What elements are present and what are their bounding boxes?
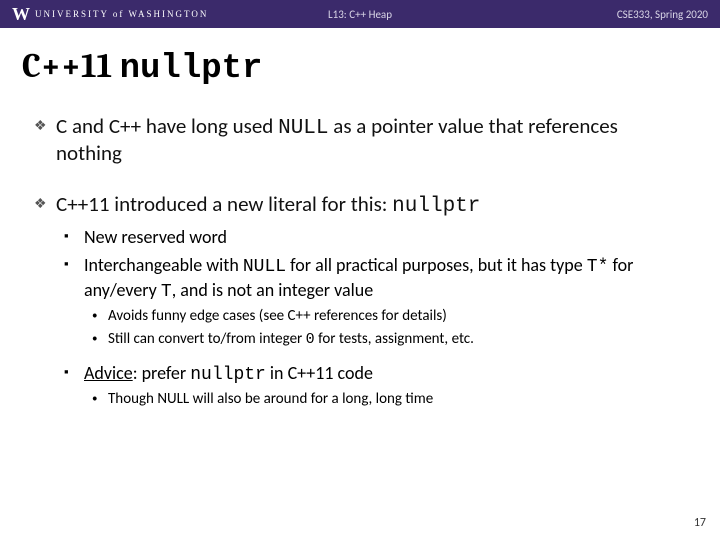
bullet-text: New reserved word — [84, 226, 227, 249]
bullet-marker: ▪ — [64, 362, 84, 387]
bullet-marker: ▪ — [64, 254, 84, 303]
course-label: CSE333, Spring 2020 — [617, 8, 708, 21]
bullet-text: Advice: prefer nullptr in C++11 code — [84, 362, 373, 387]
bullet-marker: ❖ — [34, 114, 56, 166]
bullet-text: Interchangeable with NULL for all practi… — [84, 254, 686, 303]
bullet-level-3: •Still can convert to/from integer 0 for… — [92, 330, 686, 350]
bullet-level-1: ❖C and C++ have long used NULL as a poin… — [34, 114, 686, 166]
bullet-level-2: ▪Interchangeable with NULL for all pract… — [64, 254, 686, 303]
bullet-level-3: •Avoids funny edge cases (see C++ refere… — [92, 307, 686, 326]
bullet-text: C and C++ have long used NULL as a point… — [56, 114, 686, 166]
slide-body: ❖C and C++ have long used NULL as a poin… — [0, 114, 720, 409]
bullet-marker: • — [92, 330, 108, 350]
bullet-level-3: •Though NULL will also be around for a l… — [92, 390, 686, 409]
title-plain: C++11 — [22, 46, 120, 86]
bullet-level-2: ▪New reserved word — [64, 226, 686, 249]
bullet-text: Avoids funny edge cases (see C++ referen… — [108, 307, 447, 326]
uw-w-mark: W — [12, 4, 29, 25]
uw-logo: W UNIVERSITY of WASHINGTON — [12, 4, 208, 25]
bullet-text: Still can convert to/from integer 0 for … — [108, 330, 474, 350]
bullet-level-2: ▪Advice: prefer nullptr in C++11 code — [64, 362, 686, 387]
slide-title: C++11 nullptr — [0, 28, 720, 98]
title-code: nullptr — [120, 50, 263, 88]
uw-wordmark: UNIVERSITY of WASHINGTON — [35, 9, 208, 19]
lecture-label: L13: C++ Heap — [328, 8, 392, 21]
bullet-marker: ▪ — [64, 226, 84, 249]
bullet-marker: • — [92, 307, 108, 326]
page-number: 17 — [694, 516, 706, 530]
bullet-marker: • — [92, 390, 108, 409]
bullet-level-1: ❖C++11 introduced a new literal for this… — [34, 192, 686, 219]
bullet-text: Though NULL will also be around for a lo… — [108, 390, 433, 409]
bullet-text: C++11 introduced a new literal for this:… — [56, 192, 686, 219]
slide-header: W UNIVERSITY of WASHINGTON L13: C++ Heap… — [0, 0, 720, 28]
bullet-marker: ❖ — [34, 192, 56, 219]
